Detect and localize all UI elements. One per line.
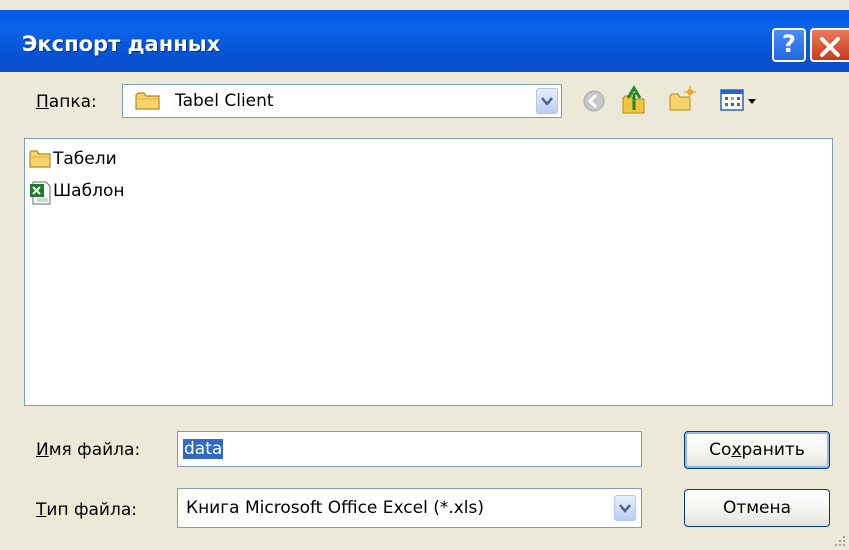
filetype-label: Тип файла:: [36, 500, 137, 520]
file-name: Шаблон: [53, 181, 125, 201]
chevron-down-icon: [541, 97, 553, 106]
folder-dropdown-button[interactable]: [536, 88, 558, 114]
filename-value: data: [183, 439, 224, 459]
excel-file-icon: [30, 181, 51, 205]
help-button[interactable]: ?: [772, 28, 806, 62]
filetype-value: Книга Microsoft Office Excel (*.xls): [186, 498, 485, 518]
close-icon: [820, 37, 840, 57]
file-list[interactable]: Табели Шаблон: [24, 138, 833, 406]
chevron-down-icon: [619, 504, 631, 513]
cancel-button[interactable]: Отмена: [684, 489, 830, 527]
up-folder-icon[interactable]: [620, 84, 648, 116]
resize-grip-icon[interactable]: [833, 534, 847, 548]
help-icon: ?: [782, 30, 796, 58]
dialog-title: Экспорт данных: [22, 32, 221, 56]
save-button[interactable]: Сохранить: [684, 431, 830, 469]
filetype-select[interactable]: Книга Microsoft Office Excel (*.xls): [177, 488, 642, 528]
current-folder: Tabel Client: [175, 91, 274, 111]
file-name: Табели: [53, 149, 117, 169]
folder-select[interactable]: Tabel Client: [122, 84, 562, 118]
new-folder-icon[interactable]: [668, 86, 696, 114]
view-menu-icon[interactable]: [720, 88, 762, 114]
folder-icon: [29, 150, 51, 168]
filetype-dropdown-button[interactable]: [614, 495, 636, 521]
folder-icon: [135, 92, 160, 110]
close-button[interactable]: [810, 28, 849, 62]
filename-label: Имя файла:: [36, 440, 141, 460]
back-icon[interactable]: [582, 89, 606, 113]
filename-input[interactable]: data: [177, 431, 642, 467]
title-bar[interactable]: Экспорт данных ?: [0, 10, 849, 72]
folder-label: Папка:: [36, 92, 97, 112]
export-dialog: Экспорт данных ? Папка: Tabel Client Таб…: [0, 0, 849, 550]
